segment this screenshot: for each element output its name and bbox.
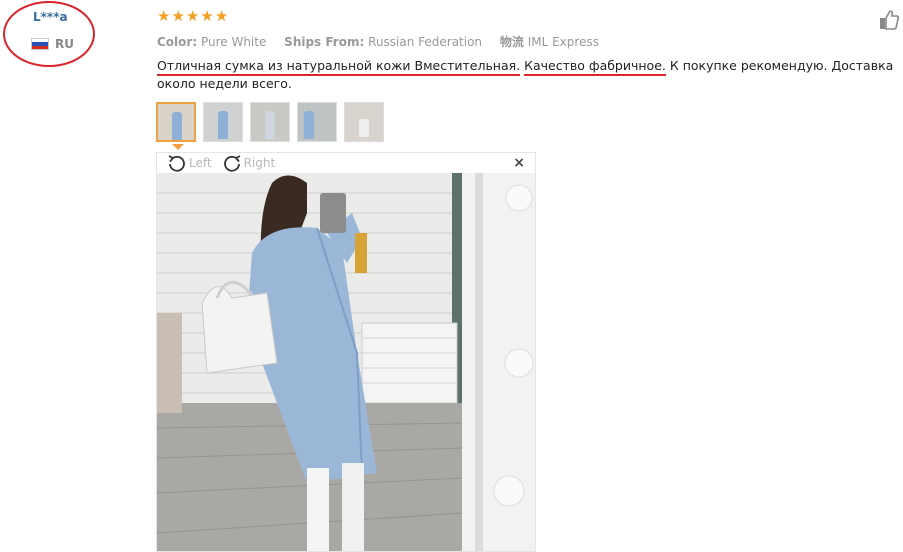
rotate-left-label: Left xyxy=(189,156,212,170)
color-label: Color: xyxy=(157,35,198,49)
ships-from-value: Russian Federation xyxy=(368,35,483,49)
review-photo-thumbnails xyxy=(156,102,384,142)
active-thumbnail-pointer xyxy=(172,144,184,150)
star-icon: ★ xyxy=(171,7,185,25)
logistics-value: IML Express xyxy=(527,35,599,49)
review-text-underlined-2: Качество фабричное. xyxy=(524,58,666,76)
review-photo-thumbnail[interactable] xyxy=(297,102,337,142)
review-photo-large xyxy=(157,173,535,551)
star-icon: ★ xyxy=(200,7,214,25)
rating-stars: ★ ★ ★ ★ ★ xyxy=(157,9,228,24)
reviewer-country: RU xyxy=(31,37,74,51)
review-text: Отличная сумка из натуральной кожи Вмест… xyxy=(157,57,897,93)
review-photo-thumbnail[interactable] xyxy=(344,102,384,142)
ships-from-label: Ships From: xyxy=(284,35,365,49)
photo-viewer: Left Right × xyxy=(156,152,536,552)
star-icon: ★ xyxy=(185,7,200,25)
rotate-right-button[interactable]: Right xyxy=(222,154,276,172)
rotate-left-button[interactable]: Left xyxy=(167,154,212,172)
star-icon: ★ xyxy=(157,7,171,25)
rotate-left-icon xyxy=(168,155,185,172)
rotate-right-label: Right xyxy=(243,156,276,170)
review-photo-thumbnail[interactable] xyxy=(156,102,196,142)
star-icon: ★ xyxy=(214,7,229,25)
close-icon[interactable]: × xyxy=(513,155,525,171)
logistics-label: 物流 xyxy=(499,35,524,49)
russia-flag-icon xyxy=(31,38,49,50)
review-photo-thumbnail[interactable] xyxy=(203,102,243,142)
rotate-right-icon xyxy=(223,155,240,172)
thumbs-up-icon[interactable] xyxy=(878,9,900,31)
order-info: Color: Pure White Ships From: Russian Fe… xyxy=(157,33,613,50)
country-code: RU xyxy=(55,37,74,51)
photo-viewer-toolbar: Left Right × xyxy=(157,153,535,173)
color-value: Pure White xyxy=(200,35,267,49)
review-photo-thumbnail[interactable] xyxy=(250,102,290,142)
reviewer-name[interactable]: L***a xyxy=(33,10,68,24)
review-text-underlined-1: Отличная сумка из натуральной кожи Вмест… xyxy=(157,58,521,76)
